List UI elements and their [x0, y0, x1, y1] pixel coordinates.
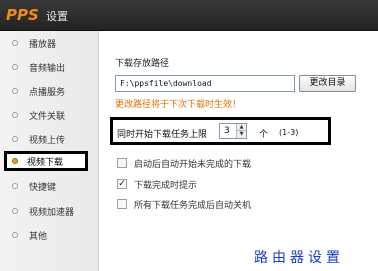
sidebar-item-label: 点播服务: [29, 87, 66, 98]
concurrent-limit-spinner[interactable]: 3 ▲ ▼: [219, 123, 247, 139]
sidebar-item-label: 音频输出: [29, 63, 66, 74]
bullet-icon: [12, 136, 18, 142]
bullet-icon: [12, 40, 18, 46]
bullet-icon: [12, 232, 18, 238]
auto-resume-label: 启动后自动开始未完成的下载: [134, 159, 252, 170]
path-change-warning: 更改路径将于下次下载时生效！: [115, 100, 242, 110]
spin-down-icon[interactable]: ▼: [236, 130, 246, 138]
auto-shutdown-option[interactable]: 所有下载任务完成后自动关机: [117, 197, 251, 211]
sidebar-item-label: 视频上传: [29, 135, 66, 146]
sidebar-item-file-association[interactable]: 文件关联: [0, 104, 98, 126]
completion-notify-checkbox[interactable]: ✓: [117, 179, 127, 189]
concurrent-limit-label: 同时开始下载任务上限: [117, 130, 208, 140]
sidebar-item-label: 其他: [29, 231, 48, 242]
concurrent-limit-value: 3: [224, 126, 230, 136]
bullet-icon: [12, 183, 18, 189]
bullet-icon: [12, 64, 18, 70]
auto-shutdown-checkbox[interactable]: [117, 199, 127, 209]
settings-sidebar: 播放器 音频输出 点播服务 文件关联 视频上传 视频下载 快捷键 视频加速器 其…: [0, 31, 99, 271]
watermark-text: 路由器设置: [254, 250, 344, 266]
completion-notify-option[interactable]: ✓ 下载完成时提示: [117, 177, 197, 191]
sidebar-item-video-download[interactable]: 视频下载: [4, 151, 88, 171]
sidebar-item-label: 快捷键: [29, 182, 57, 193]
download-settings-panel: 下载存放路径 F:\ppsfile\download 更改目录 更改路径将于下次…: [99, 31, 378, 271]
pps-logo: PPS: [6, 6, 39, 24]
sidebar-item-vod-service[interactable]: 点播服务: [0, 80, 98, 102]
auto-shutdown-label: 所有下载任务完成后自动关机: [134, 200, 252, 211]
bullet-icon: [12, 208, 18, 214]
title-bar: PPS 设置: [0, 0, 378, 31]
download-path-field[interactable]: F:\ppsfile\download: [115, 75, 295, 92]
auto-resume-checkbox[interactable]: [117, 158, 127, 168]
concurrent-limit-unit: 个: [259, 130, 269, 140]
bullet-icon: [12, 158, 18, 164]
change-directory-button[interactable]: 更改目录: [299, 75, 356, 92]
bullet-icon: [12, 88, 18, 94]
completion-notify-label: 下载完成时提示: [134, 180, 198, 191]
sidebar-item-video-accelerator[interactable]: 视频加速器: [0, 200, 98, 222]
download-path-title: 下载存放路径: [115, 59, 170, 69]
sidebar-item-audio-output[interactable]: 音频输出: [0, 56, 98, 78]
concurrent-download-limit-group: 同时开始下载任务上限 3 ▲ ▼ 个 (1-3): [110, 117, 331, 145]
bullet-icon: [12, 112, 18, 118]
sidebar-item-video-upload[interactable]: 视频上传: [0, 128, 98, 150]
sidebar-item-label: 播放器: [29, 39, 57, 50]
sidebar-item-label: 文件关联: [29, 111, 66, 122]
sidebar-item-player[interactable]: 播放器: [0, 32, 98, 54]
concurrent-limit-range: (1-3): [279, 128, 299, 137]
window-title: 设置: [46, 10, 68, 23]
sidebar-item-hotkeys[interactable]: 快捷键: [0, 175, 98, 197]
sidebar-item-label: 视频加速器: [29, 207, 75, 218]
sidebar-item-other[interactable]: 其他: [0, 224, 98, 246]
sidebar-item-label: 视频下载: [27, 157, 64, 168]
auto-resume-option[interactable]: 启动后自动开始未完成的下载: [117, 156, 251, 170]
